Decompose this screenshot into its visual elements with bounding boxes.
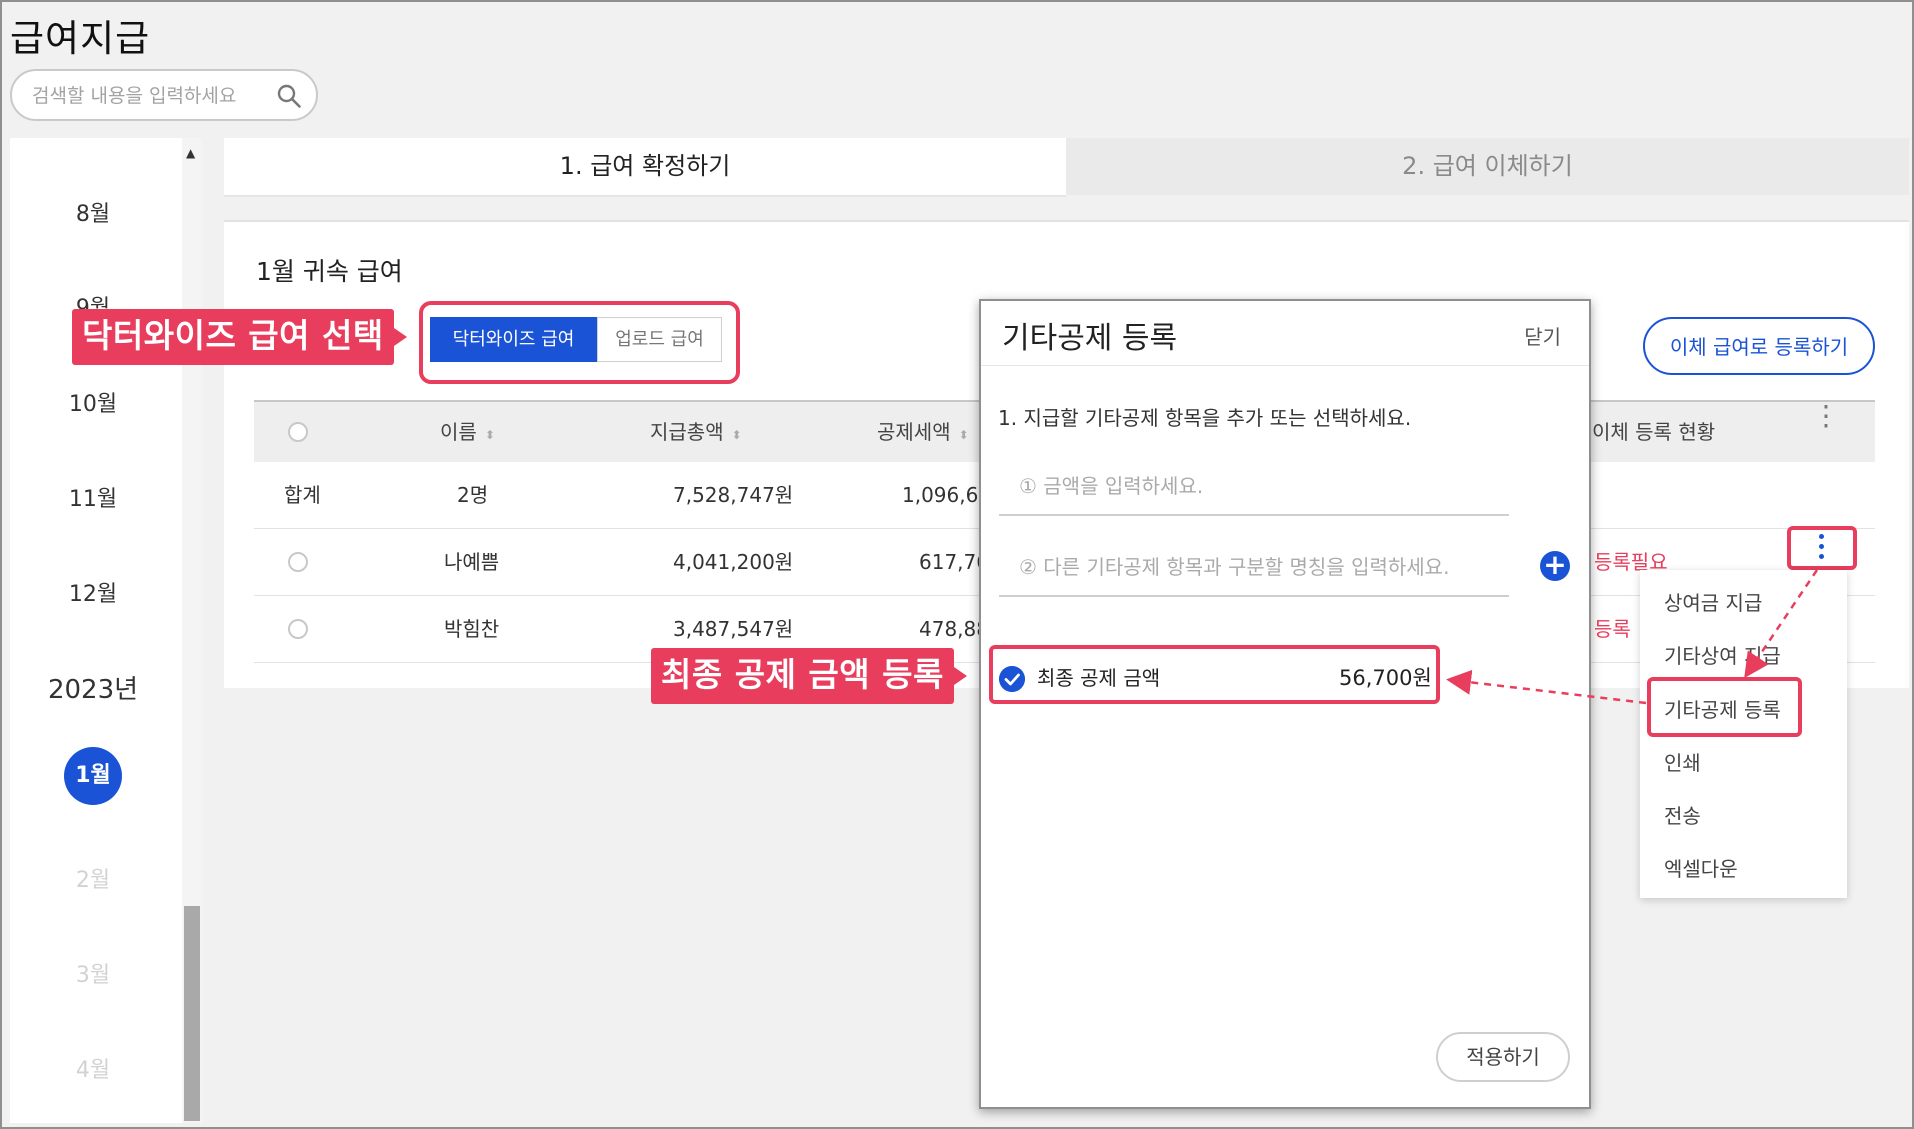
row-radio[interactable] bbox=[288, 552, 308, 572]
menu-item-other-bonus[interactable]: 기타상여 지급 bbox=[1664, 640, 1781, 669]
kebab-icon[interactable] bbox=[1819, 534, 1825, 564]
final-deduction-amount: 56,700원 bbox=[1339, 666, 1432, 690]
deduction-name-input[interactable] bbox=[999, 543, 1509, 591]
summary-count: 2명 bbox=[457, 483, 489, 507]
register-transfer-button[interactable]: 이체 급여로 등록하기 bbox=[1643, 317, 1875, 375]
menu-item-print[interactable]: 인쇄 bbox=[1664, 747, 1701, 776]
month-list: 8월 9월 10월 11월 12월 2023년 1월 2월 3월 4월 ▲ bbox=[10, 138, 202, 1123]
scroll-up-icon[interactable]: ▲ bbox=[186, 146, 195, 160]
table-more-icon[interactable]: ⋮ bbox=[1812, 402, 1840, 430]
modal-title: 기타공제 등록 bbox=[1002, 321, 1178, 356]
menu-item-send[interactable]: 전송 bbox=[1664, 800, 1701, 829]
check-icon[interactable] bbox=[999, 666, 1025, 692]
month-item-selected[interactable]: 1월 bbox=[10, 747, 176, 805]
summary-total: 7,528,747원 bbox=[673, 483, 794, 507]
column-header-transfer-status: 이체 등록 현황 bbox=[1592, 420, 1716, 444]
tab-transfer-payroll[interactable]: 2. 급여 이체하기 bbox=[1066, 138, 1909, 195]
column-header-label: 지급총액 bbox=[650, 420, 724, 444]
row-name: 박힘찬 bbox=[444, 617, 500, 641]
apply-button[interactable]: 적용하기 bbox=[1436, 1032, 1570, 1082]
menu-highlight-box bbox=[1647, 677, 1802, 737]
segment-uploaded-payroll[interactable]: 업로드 급여 bbox=[597, 317, 722, 362]
add-deduction-icon[interactable]: + bbox=[1540, 551, 1570, 581]
sort-icon[interactable]: ⬍ bbox=[485, 428, 495, 442]
month-item[interactable]: 12월 bbox=[10, 576, 176, 608]
search-input[interactable] bbox=[30, 81, 274, 111]
other-deduction-modal: 기타공제 등록 닫기 1. 지급할 기타공제 항목을 추가 또는 선택하세요. … bbox=[979, 299, 1591, 1109]
month-scroll-thumb[interactable] bbox=[184, 906, 200, 1121]
selected-month-label: 1월 bbox=[64, 747, 122, 805]
column-header-total[interactable]: 지급총액 ⬍ bbox=[650, 402, 742, 465]
tab-confirm-payroll[interactable]: 1. 급여 확정하기 bbox=[224, 138, 1066, 197]
column-header-name[interactable]: 이름 ⬍ bbox=[440, 402, 495, 465]
sort-icon[interactable]: ⬍ bbox=[959, 428, 969, 442]
column-header-label: 이름 bbox=[440, 420, 477, 444]
row-name: 나예쁨 bbox=[444, 550, 500, 574]
row-status: 등록 bbox=[1594, 617, 1631, 641]
section-title: 1월 귀속 급여 bbox=[256, 257, 403, 286]
month-item[interactable]: 10월 bbox=[10, 386, 176, 418]
year-label: 2023년 bbox=[47, 675, 139, 705]
month-item[interactable]: 8월 bbox=[10, 196, 176, 228]
callout-final-register: 최종 공제 금액 등록 bbox=[651, 648, 967, 704]
menu-item-excel-download[interactable]: 엑셀다운 bbox=[1664, 853, 1738, 882]
month-item[interactable]: 3월 bbox=[10, 957, 176, 989]
menu-item-bonus[interactable]: 상여금 지급 bbox=[1664, 587, 1762, 616]
modal-divider bbox=[981, 365, 1589, 366]
final-deduction-label: 최종 공제 금액 bbox=[1037, 666, 1161, 690]
month-item[interactable]: 4월 bbox=[10, 1052, 176, 1084]
column-header-label: 공제세액 bbox=[877, 420, 951, 444]
callout-select-payroll: 닥터와이즈 급여 선택 bbox=[72, 309, 407, 365]
row-total: 4,041,200원 bbox=[673, 550, 794, 574]
select-all-radio[interactable] bbox=[288, 422, 308, 442]
month-item[interactable]: 2월 bbox=[10, 862, 176, 894]
modal-step-instruction: 1. 지급할 기타공제 항목을 추가 또는 선택하세요. bbox=[998, 406, 1412, 430]
search-icon[interactable] bbox=[276, 83, 302, 109]
search-box[interactable] bbox=[10, 69, 318, 121]
month-item[interactable]: 11월 bbox=[10, 481, 176, 513]
page-title: 급여지급 bbox=[10, 17, 151, 60]
row-radio[interactable] bbox=[288, 619, 308, 639]
modal-close-button[interactable]: 닫기 bbox=[1524, 321, 1561, 350]
segment-doctorwise-payroll[interactable]: 닥터와이즈 급여 bbox=[430, 317, 597, 362]
summary-deduction: 1,096,64 bbox=[902, 483, 992, 507]
column-header-deduction[interactable]: 공제세액 ⬍ bbox=[877, 402, 969, 465]
summary-label: 합계 bbox=[284, 483, 321, 507]
deduction-name-field[interactable] bbox=[999, 543, 1509, 597]
amount-input[interactable] bbox=[999, 462, 1509, 510]
amount-field[interactable] bbox=[999, 462, 1509, 516]
sort-icon[interactable]: ⬍ bbox=[732, 428, 742, 442]
